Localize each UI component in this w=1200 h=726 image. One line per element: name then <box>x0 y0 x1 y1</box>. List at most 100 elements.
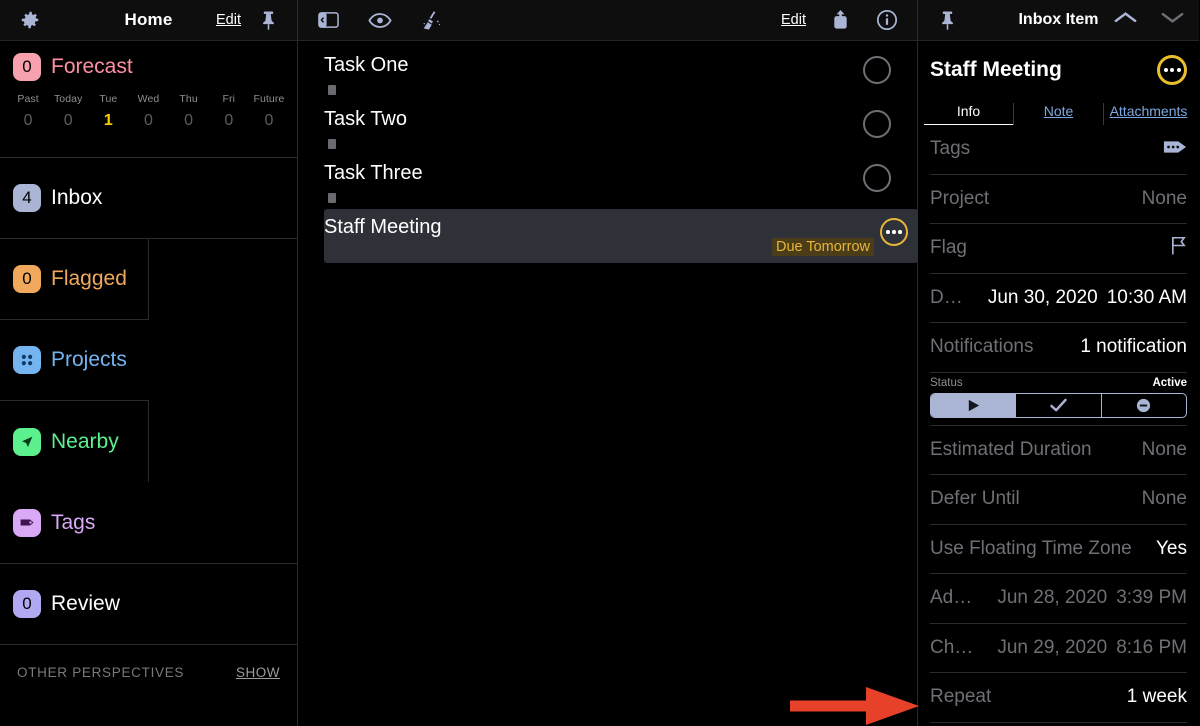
row-label: Estimated Duration <box>930 438 1092 460</box>
row-value: None <box>1141 488 1187 510</box>
inspector-rows: Tags Project None Flag D… Jun 30, 2020 1… <box>918 125 1199 723</box>
forecast-day-name: Today <box>53 93 83 105</box>
tag-icon[interactable] <box>1163 139 1187 160</box>
sidebar-item-inbox[interactable]: 4 Inbox <box>0 158 297 239</box>
row-value: 1 notification <box>1080 336 1187 358</box>
forecast-header: 0 Forecast <box>0 53 297 81</box>
task-complete-circle[interactable] <box>863 164 891 192</box>
row-label: Ch… <box>930 636 974 658</box>
status-segment-active[interactable] <box>931 393 1017 417</box>
status-dot <box>1176 68 1181 72</box>
flagged-count-badge: 0 <box>13 265 41 293</box>
task-row[interactable]: Task Two <box>324 101 891 155</box>
row-notifications[interactable]: Notifications 1 notification <box>930 323 1187 373</box>
row-defer-until[interactable]: Defer Until None <box>930 475 1187 525</box>
row-label: Defer Until <box>930 488 1020 510</box>
row-tags[interactable]: Tags <box>930 125 1187 175</box>
task-title: Task Three <box>324 162 423 184</box>
forecast-day[interactable]: Past 0 <box>8 93 48 130</box>
inspector-nav-buttons <box>1113 10 1185 31</box>
tag-icon <box>13 508 41 537</box>
sidebar-item-tags[interactable]: Tags <box>0 482 149 563</box>
forecast-day[interactable]: Future 0 <box>249 93 289 130</box>
forecast-day-count: 0 <box>264 112 274 129</box>
row-flag[interactable]: Flag <box>930 224 1187 274</box>
row-value: Yes <box>1156 537 1187 559</box>
sidebar: Home Edit 0 Forecast Past 0 Today 0 Tue … <box>0 0 298 726</box>
flagged-label: Flagged <box>51 267 127 290</box>
changed-date: Jun 29, 2020 <box>997 636 1108 658</box>
row-due-date[interactable]: D… Jun 30, 2020 10:30 AM <box>930 274 1187 323</box>
info-icon[interactable] <box>874 7 900 33</box>
forecast-label: Forecast <box>51 55 133 78</box>
chevron-down-icon[interactable] <box>1160 10 1185 31</box>
forecast-day[interactable]: Fri 0 <box>209 93 249 130</box>
row-estimated-duration[interactable]: Estimated Duration None <box>930 426 1187 475</box>
projects-label: Projects <box>51 348 127 371</box>
forecast-day-count: 1 <box>103 112 113 129</box>
row-label: D… <box>930 286 963 308</box>
other-perspectives-show-button[interactable]: SHOW <box>236 665 280 680</box>
sidebar-edit-button[interactable]: Edit <box>216 12 241 28</box>
item-status-circle[interactable] <box>1157 55 1187 85</box>
sidebar-item-nearby[interactable]: Nearby <box>0 401 149 482</box>
row-added-date[interactable]: Ad… Jun 28, 2020 3:39 PM <box>930 574 1187 624</box>
status-value: Active <box>1152 376 1187 389</box>
task-row[interactable]: Task One <box>324 47 891 101</box>
row-value: None <box>1141 187 1187 209</box>
status-dot <box>886 230 890 234</box>
forecast-day-count: 0 <box>144 112 153 129</box>
edit-button[interactable]: Edit <box>781 12 806 28</box>
status-segmented-control <box>930 392 1187 418</box>
tab-attachments[interactable]: Attachments <box>1103 103 1193 125</box>
check-icon <box>1050 398 1067 411</box>
task-complete-circle[interactable] <box>863 56 891 84</box>
other-perspectives: OTHER PERSPECTIVES SHOW <box>0 645 297 700</box>
forecast-day-name: Wed <box>137 93 160 105</box>
task-complete-circle[interactable] <box>863 110 891 138</box>
row-project[interactable]: Project None <box>930 175 1187 224</box>
projects-icon <box>13 346 41 374</box>
app-window: Home Edit 0 Forecast Past 0 Today 0 Tue … <box>0 0 1200 726</box>
row-repeat[interactable]: Repeat 1 week <box>930 673 1187 723</box>
sidebar-item-flagged[interactable]: 0 Flagged <box>0 239 149 320</box>
tab-info[interactable]: Info <box>924 103 1013 125</box>
sidebar-item-projects[interactable]: Projects <box>0 320 149 401</box>
forecast-day-count: 0 <box>23 112 33 129</box>
forecast-day-count: 0 <box>63 112 73 129</box>
row-value-group: Jun 30, 2020 10:30 AM <box>988 287 1187 309</box>
pin-icon[interactable] <box>256 8 280 32</box>
task-status-circle[interactable] <box>880 218 908 246</box>
broom-icon[interactable] <box>419 7 445 33</box>
sidebar-title: Home <box>124 10 173 29</box>
tags-label: Tags <box>51 510 96 534</box>
forecast-day[interactable]: Tue 1 <box>88 93 128 130</box>
forecast-day-name: Thu <box>179 93 198 105</box>
share-icon[interactable] <box>827 7 853 33</box>
sidebar-toggle-icon[interactable] <box>315 7 341 33</box>
chevron-up-icon[interactable] <box>1113 10 1138 31</box>
status-dot <box>892 230 896 234</box>
task-row-selected[interactable]: Staff Meeting Due Tomorrow <box>324 209 918 263</box>
eye-icon[interactable] <box>367 7 393 33</box>
row-status: Status Active <box>930 373 1187 426</box>
forecast-day[interactable]: Wed 0 <box>128 93 168 130</box>
row-value: 1 week <box>1126 686 1187 708</box>
forecast-days: Past 0 Today 0 Tue 1 Wed 0 Thu 0 Fri 0 F… <box>0 93 297 130</box>
inspector-tabs: Info Note Attachments <box>918 103 1199 125</box>
row-changed-date[interactable]: Ch… Jun 29, 2020 8:16 PM <box>930 624 1187 673</box>
sidebar-item-forecast[interactable]: 0 Forecast Past 0 Today 0 Tue 1 Wed 0 Th… <box>0 41 297 158</box>
row-use-floating-time-zone[interactable]: Use Floating Time Zone Yes <box>930 525 1187 574</box>
row-value-group: Jun 29, 2020 8:16 PM <box>997 637 1187 659</box>
flag-icon[interactable] <box>1170 235 1187 261</box>
status-segment-dropped[interactable] <box>1102 394 1186 417</box>
forecast-day[interactable]: Today 0 <box>48 93 88 130</box>
row-value: None <box>1141 438 1187 460</box>
sidebar-item-review[interactable]: 0 Review <box>0 564 297 645</box>
task-row[interactable]: Task Three <box>324 155 891 209</box>
status-segment-completed[interactable] <box>1016 393 1102 417</box>
tab-note[interactable]: Note <box>1013 103 1103 125</box>
minus-circle-icon <box>1137 398 1151 412</box>
forecast-day[interactable]: Thu 0 <box>169 93 209 130</box>
task-list-toolbar: Edit <box>298 0 917 41</box>
